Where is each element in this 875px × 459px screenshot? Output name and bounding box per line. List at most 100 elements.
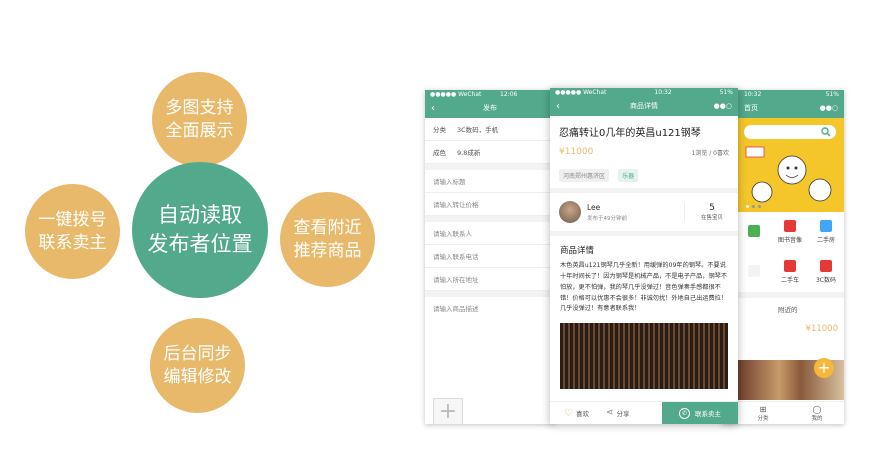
seller-count: 5 [709, 203, 715, 213]
nearby-price: ¥11000 [805, 324, 838, 334]
placeholder-text: 请输入转让价格 [433, 201, 479, 209]
feature-text: 后台同步 [163, 344, 232, 365]
phone-home: 10:32 51% 首页 ●●○ 图书音像 二手房 二手车 3C数码 附近的 ¥… [722, 90, 844, 424]
field-value: 3C数码，手机 [457, 126, 499, 134]
heart-icon: ♡ [564, 407, 573, 419]
grid-item-books[interactable]: 图书音像 [772, 212, 808, 252]
nav-title: 发布 [483, 104, 497, 112]
like-button[interactable]: ♡ 喜欢 [550, 408, 606, 419]
tag-row: 河南郑州惠济区 乐器 [550, 161, 738, 188]
tab-bar: ⊞ 分类 ◯ 我的 [722, 401, 844, 424]
avatar [559, 201, 581, 223]
status-bar: ●●●●● WeChat 10:32 51% [550, 88, 738, 96]
phone-publish: ●●●●● WeChat 12:06 ‹ 发布 分类 3C数码，手机 成色 9.8成… [425, 90, 555, 424]
add-image-button[interactable]: + [433, 398, 463, 424]
status-bar: ●●●●● WeChat 12:06 [425, 90, 555, 98]
title-input[interactable]: 请输入标题 [425, 170, 555, 193]
nav-bar: 首页 ●●○ [722, 98, 844, 118]
status-time: 10:32 [654, 88, 672, 96]
field-value: 9.8成新 [457, 149, 481, 157]
grid-item-car[interactable]: 二手车 [772, 252, 808, 292]
category-tag[interactable]: 乐器 [618, 169, 639, 182]
tab-mine[interactable]: ◯ 我的 [790, 402, 844, 424]
car-icon [748, 264, 760, 277]
share-label: 分享 [616, 410, 630, 418]
placeholder-text: 请输入所在地址 [433, 276, 479, 284]
feature-sync: 后台同步 编辑修改 [150, 318, 245, 413]
price-row: ¥11000 1浏览 / 0喜欢 [550, 143, 738, 161]
add-button[interactable]: + [814, 358, 834, 378]
detail-heading: 商品详情 [560, 246, 595, 256]
nav-title: 首页 [744, 104, 758, 112]
condition-field[interactable]: 成色 9.8成新 [425, 141, 555, 164]
seller-count-label: 在售宝贝 [700, 215, 723, 221]
more-icon[interactable]: ●●○ [714, 102, 732, 110]
like-label: 喜欢 [575, 410, 589, 418]
seller-card[interactable]: Lee 发布于49分钟前 5 在售宝贝 [550, 193, 738, 231]
book-icon [820, 220, 832, 232]
share-button[interactable]: ⋖ 分享 [606, 408, 662, 418]
status-carrier: ●●●●● WeChat [430, 90, 482, 98]
field-label: 成色 [433, 149, 446, 157]
grid-label: 二手车 [780, 277, 799, 284]
grid-item-house[interactable]: 二手房 [808, 212, 844, 252]
grid-label: 3C数码 [815, 277, 836, 284]
bag-icon [820, 260, 832, 272]
feature-text: 查看附近 [293, 218, 362, 239]
item-photo[interactable] [560, 323, 728, 390]
feature-text: 多图支持 [165, 98, 234, 119]
category-grid: 图书音像 二手房 二手车 3C数码 [722, 212, 844, 292]
price-input[interactable]: 请输入转让价格 [425, 193, 555, 216]
tab-label: 分类 [757, 415, 769, 422]
grid-item[interactable] [736, 252, 772, 292]
feature-multi-image: 多图支持 全面展示 [152, 72, 247, 167]
address-input[interactable]: 请输入所在地址 [425, 268, 555, 291]
category-field[interactable]: 分类 3C数码，手机 [425, 118, 555, 141]
search-icon [821, 127, 831, 137]
phone-detail: ●●●●● WeChat 10:32 51% ‹ 商品详情 ●●○ 忍痛转让0几… [550, 88, 738, 424]
search-box[interactable] [744, 125, 836, 139]
placeholder-text: 请输入联系人 [433, 230, 472, 238]
share-icon: ⋖ [606, 408, 614, 418]
status-time: 12:06 [500, 90, 518, 98]
car-icon [784, 260, 796, 272]
phone-icon: ✆ [679, 407, 690, 419]
feature-text: 一键拨号 [38, 210, 107, 231]
item-price: ¥11000 [559, 147, 594, 157]
more-icon[interactable]: ●●○ [820, 104, 838, 112]
feature-text: 自动读取 [158, 202, 242, 227]
phone-icon [748, 224, 760, 237]
feature-text: 发布者位置 [147, 232, 253, 256]
user-icon: ◯ [812, 404, 822, 414]
feature-nearby: 查看附近 推荐商品 [280, 192, 375, 287]
nav-title: 商品详情 [630, 102, 658, 110]
nearby-label: 附近的 [778, 306, 798, 314]
tab-category[interactable]: ⊞ 分类 [736, 402, 790, 424]
contact-seller-button[interactable]: ✆ 联系卖主 [662, 402, 738, 424]
feature-text: 推荐商品 [293, 240, 362, 261]
nav-bar: ‹ 发布 [425, 98, 555, 118]
grid-label: 二手房 [816, 237, 835, 244]
status-time: 10:32 [744, 90, 762, 98]
feature-call-seller: 一键拨号 联系卖主 [25, 184, 120, 279]
feature-text: 联系卖主 [38, 232, 107, 253]
item-stats: 1浏览 / 0喜欢 [691, 149, 729, 157]
feature-text: 全面展示 [165, 120, 234, 141]
status-bar: 10:32 51% [722, 90, 844, 98]
feature-text: 编辑修改 [163, 366, 232, 387]
description-input[interactable]: 请输入商品描述 [425, 297, 555, 319]
seller-name: Lee [587, 202, 601, 212]
status-battery: 51% [719, 88, 733, 96]
grid-icon: ⊞ [759, 404, 767, 414]
grid-item-3c[interactable]: 3C数码 [808, 252, 844, 292]
feature-auto-location: 自动读取 发布者位置 [132, 162, 268, 298]
item-description: 木色英昌u121钢琴几乎全新！用缓弹的09年的钢琴。不要说十年时间长了！因为钢琴… [560, 262, 728, 313]
contact-input[interactable]: 请输入联系人 [425, 222, 555, 245]
placeholder-text: 请输入商品描述 [433, 305, 479, 313]
banner-dots [746, 205, 761, 208]
tab-label: 我的 [811, 415, 823, 422]
banner [722, 118, 844, 212]
grid-item[interactable] [736, 212, 772, 252]
grid-label: 图书音像 [777, 237, 802, 244]
phone-input[interactable]: 请输入联系电话 [425, 245, 555, 268]
